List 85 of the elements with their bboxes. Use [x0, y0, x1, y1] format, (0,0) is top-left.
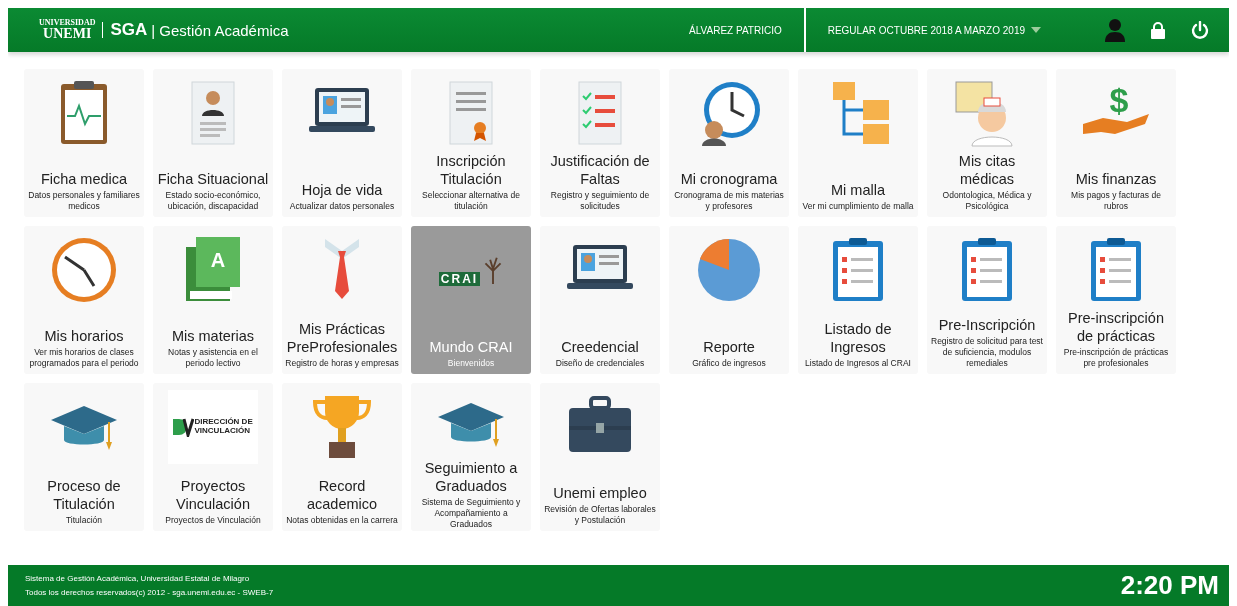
menu-card[interactable]: Ficha medica Datos personales y familiares medicos: [24, 69, 144, 217]
card-description: Actualizar datos personales: [289, 201, 395, 212]
card-description: Registro de horas y empresas: [285, 358, 399, 369]
card-description: Bienvenidos: [447, 358, 495, 369]
menu-card[interactable]: Proceso de Titulación Titulación: [24, 383, 144, 531]
menu-card[interactable]: Hoja de vida Actualizar datos personales: [282, 69, 402, 217]
card-title: Inscripción Titulación: [435, 152, 507, 188]
app-title: | Gestión Académica: [151, 21, 289, 39]
lock-icon[interactable]: [1151, 21, 1165, 39]
clock-time: 2:20 PM: [1120, 570, 1219, 601]
menu-card[interactable]: Justificación de Faltas Registro y seguimiento de solicitudes: [540, 69, 660, 217]
menu-card[interactable]: Seguimiento a Graduados Sistema de Seguimiento y Acompañamiento a Graduados: [411, 383, 531, 531]
menu-card[interactable]: Inscripción Titulación Seleccionar alternativa de titulación: [411, 69, 531, 217]
menu-card[interactable]: Pre-inscripción de prácticas Pre-inscripción de prácticas pre profesionales: [1056, 226, 1176, 374]
card-title: Proceso de Titulación: [46, 477, 122, 513]
card-description: Sistema de Seguimiento y Acompañamiento a Graduados: [420, 497, 522, 530]
card-description: Ver mi cumplimiento de malla: [802, 201, 914, 212]
period-dropdown[interactable]: REGULAR OCTUBRE 2018 A MARZO 2019: [827, 24, 1041, 36]
card-title: Ficha Situacional: [157, 170, 269, 188]
card-title: Reporte: [703, 338, 755, 356]
card-title: Mi malla: [831, 181, 885, 199]
app-name: SGA: [110, 20, 148, 40]
card-description: Registro y seguimiento de solicitudes: [549, 190, 651, 212]
footer-text: Sistema de Gestión Académica, Universidad Estatal de Milagro: [25, 572, 251, 585]
menu-card[interactable]: Mi cronograma Cronograma de mis materias y profesores: [669, 69, 789, 217]
card-title: Mis Prácticas PreProfesionales: [285, 320, 399, 356]
card-description: Seleccionar alternativa de titulación: [421, 190, 521, 212]
menu-card[interactable]: Creedencial Diseño de credenciales: [540, 226, 660, 374]
card-title: Creedencial: [561, 338, 639, 356]
card-description: Datos personales y familiares medicos: [27, 190, 141, 212]
footer-text: Todos los derechos reservados(c) 2012 - sga.unemi.edu.ec - SWEB-7: [25, 586, 274, 599]
card-description: Titulación: [65, 515, 103, 526]
logo-text: CRAI: [438, 272, 481, 286]
user-name-link[interactable]: ÁLVAREZ PATRICIO: [689, 24, 782, 36]
power-icon[interactable]: [1191, 21, 1209, 39]
menu-card[interactable]: Unemi empleo Revisión de Ofertas laborales y Postulación: [540, 383, 660, 531]
card-title: Hoja de vida: [301, 181, 383, 199]
card-description: Diseño de credenciales: [555, 358, 645, 369]
card-description: Gráfico de ingresos: [692, 358, 766, 369]
card-description: Registro de solicitud para test de suficiencia, modulos remediales: [930, 336, 1044, 369]
menu-card[interactable]: Mis horarios Ver mis horarios de clases programados para el periodo: [24, 226, 144, 374]
menu-card[interactable]: Ficha Situacional Estado socio-económico, ubicación, discapacidad: [153, 69, 273, 217]
menu-card[interactable]: Mis citas médicas Odontologica, Médica y Psicológica: [927, 69, 1047, 217]
card-title: Proyectos Vinculación: [175, 477, 251, 513]
university-logo: UNIVERSIDAD UNEMI: [39, 19, 96, 41]
caret-icon: [1031, 27, 1041, 33]
menu-card[interactable]: A Mis materias Notas y asistencia en el periodo lectivo: [153, 226, 273, 374]
card-title: Ficha medica: [40, 170, 128, 188]
card-description: Cronograma de mis materias y profesores: [673, 190, 785, 212]
menu-card[interactable]: Mi malla Ver mi cumplimiento de malla: [798, 69, 918, 217]
card-title: Pre-inscripción de prácticas: [1067, 309, 1165, 345]
card-title: Pre-Inscripción: [938, 316, 1036, 334]
menu-card[interactable]: DIRECCIÓN DE VINCULACIÓN Proyectos Vinculación Proyectos de Vinculación: [153, 383, 273, 531]
card-description: Revisión de Ofertas laborales y Postulación: [543, 504, 657, 526]
card-title: Unemi empleo: [553, 484, 647, 502]
card-description: Notas y asistencia en el periodo lectivo: [167, 347, 259, 369]
card-title: Mis horarios: [44, 327, 124, 345]
card-description: Mis pagos y facturas de rubros: [1070, 190, 1162, 212]
card-description: Proyectos de Vinculación: [165, 515, 261, 526]
menu-card[interactable]: CRAI Mundo CRAI Bienvenidos: [411, 226, 531, 374]
menu-card[interactable]: Reporte Gráfico de ingresos: [669, 226, 789, 374]
menu-card[interactable]: $ Mis finanzas Mis pagos y facturas de rubros: [1056, 69, 1176, 217]
menu-card[interactable]: Record academico Notas obtenidas en la carrera: [282, 383, 402, 531]
card-title: Mundo CRAI: [429, 338, 513, 356]
menu-card[interactable]: Pre-Inscripción Registro de solicitud para test de suficiencia, modulos remediales: [927, 226, 1047, 374]
wall-clock-icon: [49, 235, 119, 305]
user-silhouette-icon[interactable]: [1105, 18, 1125, 42]
card-description: Ver mis horarios de clases programados para el periodo: [28, 347, 140, 369]
card-title: Justificación de Faltas: [549, 152, 651, 188]
card-title: Record academico: [305, 477, 379, 513]
card-description: Pre-inscripción de prácticas pre profesionales: [1062, 347, 1170, 369]
logo-mark-icon: [171, 417, 194, 437]
card-title: Mis citas médicas: [957, 152, 1017, 188]
card-description: Odontologica, Médica y Psicológica: [941, 190, 1033, 212]
card-description: Estado socio-económico, ubicación, discapacidad: [164, 190, 262, 212]
card-title: Mi cronograma: [680, 170, 778, 188]
card-title: Mis materias: [171, 327, 255, 345]
menu-card[interactable]: Listado de Ingresos Listado de Ingresos al CRAI: [798, 226, 918, 374]
logo-text: DIRECCIÓN DE VINCULACIÓN: [194, 418, 254, 436]
card-description: Listado de Ingresos al CRAI: [805, 358, 911, 369]
card-title: Listado de Ingresos: [823, 320, 893, 356]
card-title: Seguimiento a Graduados: [423, 459, 519, 495]
menu-card[interactable]: Mis Prácticas PreProfesionales Registro de horas y empresas: [282, 226, 402, 374]
card-title: Mis finanzas: [1075, 170, 1157, 188]
card-description: Notas obtenidas en la carrera: [286, 515, 398, 526]
